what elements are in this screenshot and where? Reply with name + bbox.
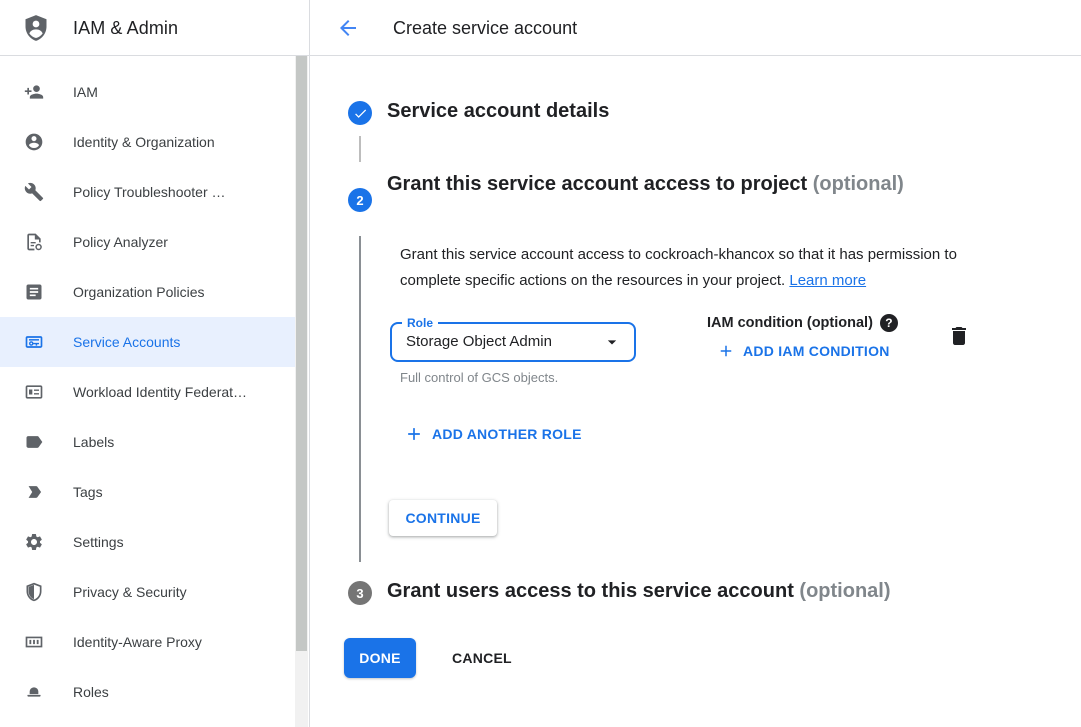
step2-description-text: Grant this service account access to coc… [400,246,957,289]
step3-title: Grant users access to this service accou… [387,580,891,603]
cancel-button[interactable]: CANCEL [444,638,520,678]
product-title: IAM & Admin [73,0,178,56]
sidebar: IAM Identity & Organization Policy Troub… [0,56,310,727]
sidebar-item-workload-identity-federation[interactable]: Workload Identity Federat… [0,367,297,417]
sidebar-item-label: Privacy & Security [73,584,187,600]
sidebar-nav: IAM Identity & Organization Policy Troub… [0,67,297,717]
sidebar-item-label: Policy Analyzer [73,234,168,250]
sidebar-item-label: Roles [73,684,109,700]
iam-admin-shield-icon [22,14,50,42]
sidebar-item-iam[interactable]: IAM [0,67,297,117]
sidebar-item-label: Settings [73,534,124,550]
step2-title: Grant this service account access to pro… [387,167,917,201]
sidebar-item-labels[interactable]: Labels [0,417,297,467]
sidebar-item-label: Organization Policies [73,284,205,300]
tag-icon [24,482,44,502]
card-icon [24,382,44,402]
step-connector [359,136,361,162]
account-circle-icon [24,132,44,152]
role-select-value: Storage Object Admin [406,324,552,360]
add-iam-condition-button[interactable]: ADD IAM CONDITION [717,342,890,360]
shield-icon [24,582,44,602]
plus-icon [404,424,424,444]
learn-more-link[interactable]: Learn more [789,272,866,289]
sidebar-item-label: Identity & Organization [73,134,215,150]
sidebar-item-label: Tags [73,484,103,500]
step3-number-badge: 3 [348,581,372,605]
product-header: IAM & Admin [0,0,310,56]
sidebar-item-policy-analyzer[interactable]: Policy Analyzer [0,217,297,267]
help-icon[interactable]: ? [880,314,898,332]
document-gear-icon [24,232,44,252]
label-icon [24,432,44,452]
step2-description: Grant this service account access to coc… [400,242,982,293]
sidebar-item-organization-policies[interactable]: Organization Policies [0,267,297,317]
step1-title: Service account details [387,100,609,123]
top-bar: IAM & Admin Create service account [0,0,1081,56]
sidebar-item-tags[interactable]: Tags [0,467,297,517]
iam-condition-label-text: IAM condition (optional) [707,315,873,331]
sidebar-item-service-accounts[interactable]: Service Accounts [0,317,297,367]
step2-connector-line [359,236,361,562]
page: IAM & Admin Create service account IAM I… [0,0,1081,727]
sidebar-item-roles[interactable]: Roles [0,667,297,717]
sidebar-scrollbar[interactable] [295,56,308,727]
hat-icon [24,682,44,702]
step1-complete-icon [348,101,372,125]
sidebar-item-identity-aware-proxy[interactable]: Identity-Aware Proxy [0,617,297,667]
role-helper-text: Full control of GCS objects. [400,370,558,385]
role-select[interactable]: Role Storage Object Admin [390,322,636,362]
step2-number: 2 [356,193,363,208]
sidebar-item-label: Workload Identity Federat… [73,384,247,400]
add-iam-condition-label: ADD IAM CONDITION [743,343,890,359]
add-another-role-button[interactable]: ADD ANOTHER ROLE [404,424,582,444]
step2-title-text: Grant this service account access to pro… [387,173,807,195]
service-account-icon [24,332,44,352]
back-arrow-icon[interactable] [334,14,362,42]
continue-button[interactable]: CONTINUE [389,500,497,536]
step3-title-text: Grant users access to this service accou… [387,580,794,602]
step3-optional-label: (optional) [799,580,890,602]
help-glyph: ? [885,316,892,330]
step2-optional-label: (optional) [813,173,904,195]
sidebar-item-identity-organization[interactable]: Identity & Organization [0,117,297,167]
plus-icon [717,342,735,360]
delete-role-trash-icon[interactable] [947,324,971,348]
proxy-icon [24,632,44,652]
done-button[interactable]: DONE [344,638,416,678]
sidebar-item-label: IAM [73,84,98,100]
sidebar-item-label: Labels [73,434,114,450]
sidebar-item-label: Service Accounts [73,334,180,350]
chevron-down-icon [602,332,622,352]
sidebar-scrollbar-thumb[interactable] [296,56,307,651]
iam-condition-label: IAM condition (optional) ? [707,314,898,332]
gear-icon [24,532,44,552]
main-content: Service account details 2 Grant this ser… [311,56,1081,727]
step3-number: 3 [356,586,363,601]
sidebar-item-label: Identity-Aware Proxy [73,634,202,650]
sidebar-item-settings[interactable]: Settings [0,517,297,567]
article-icon [24,282,44,302]
page-title: Create service account [393,0,577,56]
sidebar-item-policy-troubleshooter[interactable]: Policy Troubleshooter … [0,167,297,217]
add-another-role-label: ADD ANOTHER ROLE [432,426,582,442]
person-add-icon [24,82,44,102]
sidebar-item-label: Policy Troubleshooter … [73,184,226,200]
step2-number-badge: 2 [348,188,372,212]
wrench-icon [24,182,44,202]
sidebar-item-privacy-security[interactable]: Privacy & Security [0,567,297,617]
